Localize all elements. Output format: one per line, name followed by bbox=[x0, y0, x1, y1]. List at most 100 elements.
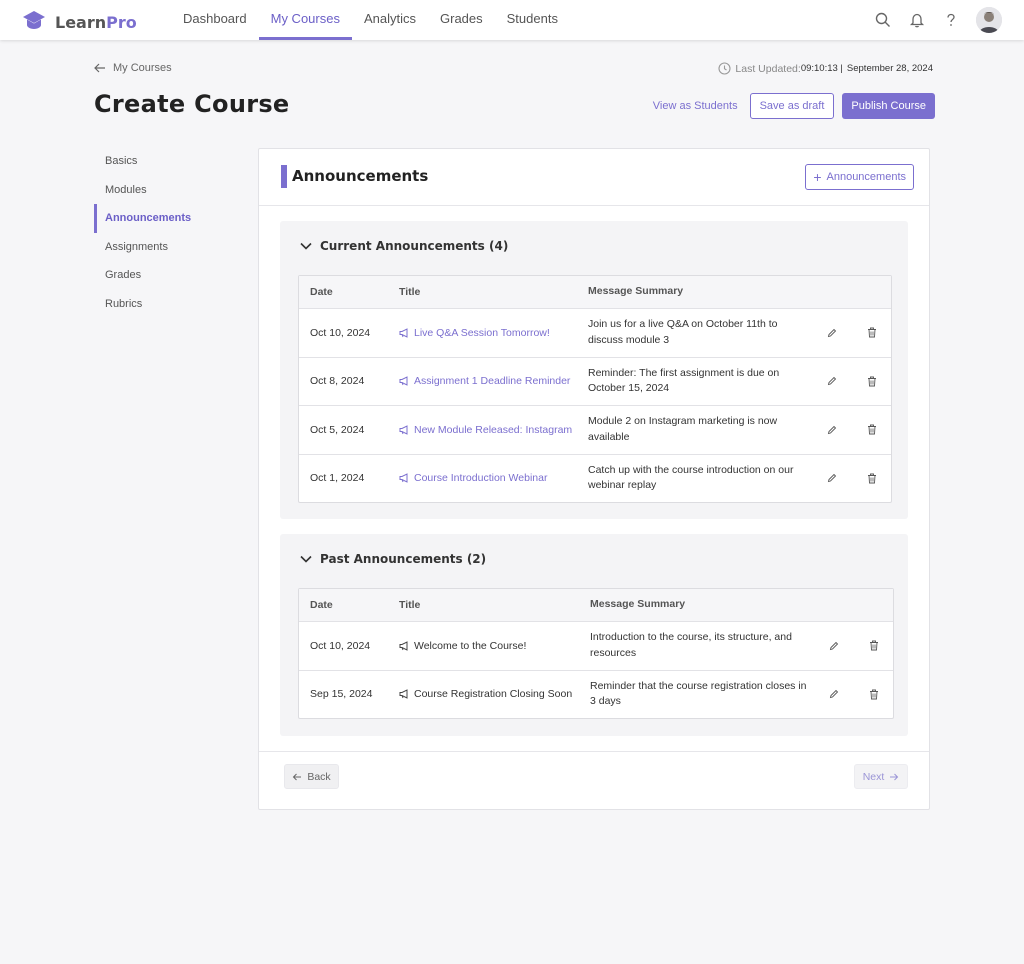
breadcrumb-label: My Courses bbox=[113, 62, 172, 74]
megaphone-icon bbox=[399, 424, 408, 435]
arrow-left-icon bbox=[293, 773, 302, 780]
view-as-students-link[interactable]: View as Students bbox=[653, 100, 738, 112]
trash-icon[interactable] bbox=[865, 406, 879, 454]
edit-icon[interactable] bbox=[825, 309, 839, 357]
last-updated: Last Updated: 09:10:13 | September 28, 2… bbox=[718, 62, 933, 75]
nav-dashboard[interactable]: Dashboard bbox=[171, 0, 259, 40]
megaphone-icon bbox=[399, 376, 408, 387]
trash-icon[interactable] bbox=[865, 455, 879, 503]
row-message: Reminder: The first assignment is due on… bbox=[588, 366, 780, 395]
trash-icon[interactable] bbox=[865, 358, 879, 406]
announcement-title-link[interactable]: New Module Released: Instagram bbox=[414, 424, 572, 436]
plus-icon: + bbox=[813, 169, 822, 185]
row-message: Reminder that the course registration cl… bbox=[590, 679, 807, 708]
row-title[interactable]: New Module Released: Instagram bbox=[399, 406, 585, 454]
arrow-right-icon bbox=[890, 773, 899, 780]
brand-name: LearnPro bbox=[55, 13, 137, 32]
add-announcement-label: Announcements bbox=[826, 171, 907, 183]
edit-icon[interactable] bbox=[825, 406, 839, 454]
breadcrumb[interactable]: My Courses bbox=[94, 62, 172, 74]
past-announcements-toggle[interactable]: Past Announcements (2) bbox=[300, 552, 486, 566]
edit-icon[interactable] bbox=[825, 455, 839, 503]
avatar[interactable] bbox=[976, 7, 1002, 33]
last-updated-time: 09:10:13 | bbox=[800, 63, 843, 74]
edit-icon[interactable] bbox=[827, 671, 841, 719]
announcement-title[interactable]: Course Registration Closing Soon bbox=[414, 688, 572, 700]
announcement-title-link[interactable]: Course Introduction Webinar bbox=[414, 472, 547, 484]
sidebar-item-basics[interactable]: Basics bbox=[94, 147, 234, 176]
table-row: Oct 10, 2024 Live Q&A Session Tomorrow! … bbox=[299, 308, 891, 357]
course-sections-nav: Basics Modules Announcements Assignments… bbox=[94, 147, 234, 318]
megaphone-icon bbox=[399, 327, 408, 338]
arrow-left-icon bbox=[94, 63, 105, 73]
back-label: Back bbox=[307, 770, 331, 783]
table-row: Oct 5, 2024 New Module Released: Instagr… bbox=[299, 405, 891, 454]
search-icon[interactable] bbox=[870, 7, 896, 33]
row-title[interactable]: Live Q&A Session Tomorrow! bbox=[399, 309, 585, 357]
publish-course-button[interactable]: Publish Course bbox=[842, 93, 935, 119]
row-title[interactable]: Course Registration Closing Soon bbox=[399, 671, 585, 719]
last-updated-label: Last Updated: bbox=[735, 62, 801, 75]
announcements-card: Announcements + Announcements Current An… bbox=[258, 148, 930, 810]
column-date: Date bbox=[310, 599, 333, 611]
help-icon[interactable] bbox=[938, 7, 964, 33]
nav-analytics[interactable]: Analytics bbox=[352, 0, 428, 40]
sidebar-item-announcements[interactable]: Announcements bbox=[94, 204, 234, 233]
row-title[interactable]: Welcome to the Course! bbox=[399, 622, 585, 670]
sidebar-item-grades[interactable]: Grades bbox=[94, 261, 234, 290]
sidebar-item-assignments[interactable]: Assignments bbox=[94, 233, 234, 262]
graduation-cap-icon bbox=[22, 10, 46, 35]
next-label: Next bbox=[862, 770, 885, 783]
row-title[interactable]: Assignment 1 Deadline Reminder bbox=[399, 358, 585, 406]
next-button[interactable]: Next bbox=[854, 764, 908, 789]
add-announcement-button[interactable]: + Announcements bbox=[805, 164, 914, 190]
current-announcements-toggle[interactable]: Current Announcements (4) bbox=[300, 239, 508, 253]
announcement-title[interactable]: Welcome to the Course! bbox=[414, 640, 526, 652]
nav-my-courses[interactable]: My Courses bbox=[258, 0, 352, 40]
megaphone-icon bbox=[399, 473, 408, 484]
past-announcements-section: Past Announcements (2) Date Title Messag… bbox=[280, 534, 908, 736]
table-row: Sep 15, 2024 Course Registration Closing… bbox=[299, 669, 893, 719]
table-header: Date Title Message Summary bbox=[299, 589, 893, 621]
sidebar-item-rubrics[interactable]: Rubrics bbox=[94, 290, 234, 319]
row-date: Oct 5, 2024 bbox=[310, 423, 365, 436]
chevron-down-icon bbox=[300, 242, 312, 250]
row-date: Oct 10, 2024 bbox=[310, 326, 371, 339]
trash-icon[interactable] bbox=[865, 309, 879, 357]
sidebar-item-modules[interactable]: Modules bbox=[94, 176, 234, 205]
nav-students[interactable]: Students bbox=[495, 0, 570, 40]
chevron-down-icon bbox=[300, 555, 312, 563]
table-row: Oct 8, 2024 Assignment 1 Deadline Remind… bbox=[299, 356, 891, 406]
row-title[interactable]: Course Introduction Webinar bbox=[399, 455, 585, 503]
column-message: Message Summary bbox=[590, 598, 686, 611]
current-announcements-section: Current Announcements (4) Date Title Mes… bbox=[280, 221, 908, 519]
trash-icon[interactable] bbox=[867, 622, 881, 670]
card-header: Announcements + Announcements bbox=[259, 149, 929, 206]
current-announcements-heading: Current Announcements (4) bbox=[320, 239, 509, 253]
trash-icon[interactable] bbox=[867, 671, 881, 719]
row-message: Join us for a live Q&A on October 11th t… bbox=[588, 318, 778, 346]
last-updated-date: September 28, 2024 bbox=[846, 63, 933, 74]
past-announcements-heading: Past Announcements (2) bbox=[320, 552, 487, 566]
announcement-title-link[interactable]: Assignment 1 Deadline Reminder bbox=[414, 375, 570, 387]
row-date: Oct 10, 2024 bbox=[310, 639, 371, 652]
main-nav: Dashboard My Courses Analytics Grades St… bbox=[171, 0, 570, 40]
row-message: Introduction to the course, its structur… bbox=[590, 631, 792, 659]
row-message: Module 2 on Instagram marketing is now a… bbox=[588, 415, 778, 443]
edit-icon[interactable] bbox=[825, 358, 839, 406]
column-title: Title bbox=[399, 599, 421, 611]
column-title: Title bbox=[399, 286, 421, 298]
table-row: Oct 10, 2024 Welcome to the Course! Intr… bbox=[299, 621, 893, 670]
row-message: Catch up with the course introduction on… bbox=[588, 463, 794, 492]
table-row: Oct 1, 2024 Course Introduction Webinar … bbox=[299, 453, 891, 503]
announcement-title-link[interactable]: Live Q&A Session Tomorrow! bbox=[414, 327, 550, 339]
top-navbar: LearnPro Dashboard My Courses Analytics … bbox=[0, 0, 1024, 40]
save-draft-button[interactable]: Save as draft bbox=[749, 93, 835, 119]
logo[interactable]: LearnPro bbox=[22, 10, 137, 35]
edit-icon[interactable] bbox=[827, 622, 841, 670]
current-announcements-table: Date Title Message Summary Oct 10, 2024 … bbox=[298, 275, 892, 503]
nav-grades[interactable]: Grades bbox=[428, 0, 495, 40]
back-button[interactable]: Back bbox=[284, 764, 339, 789]
bell-icon[interactable] bbox=[904, 7, 930, 33]
card-footer: Back Next bbox=[259, 751, 929, 809]
